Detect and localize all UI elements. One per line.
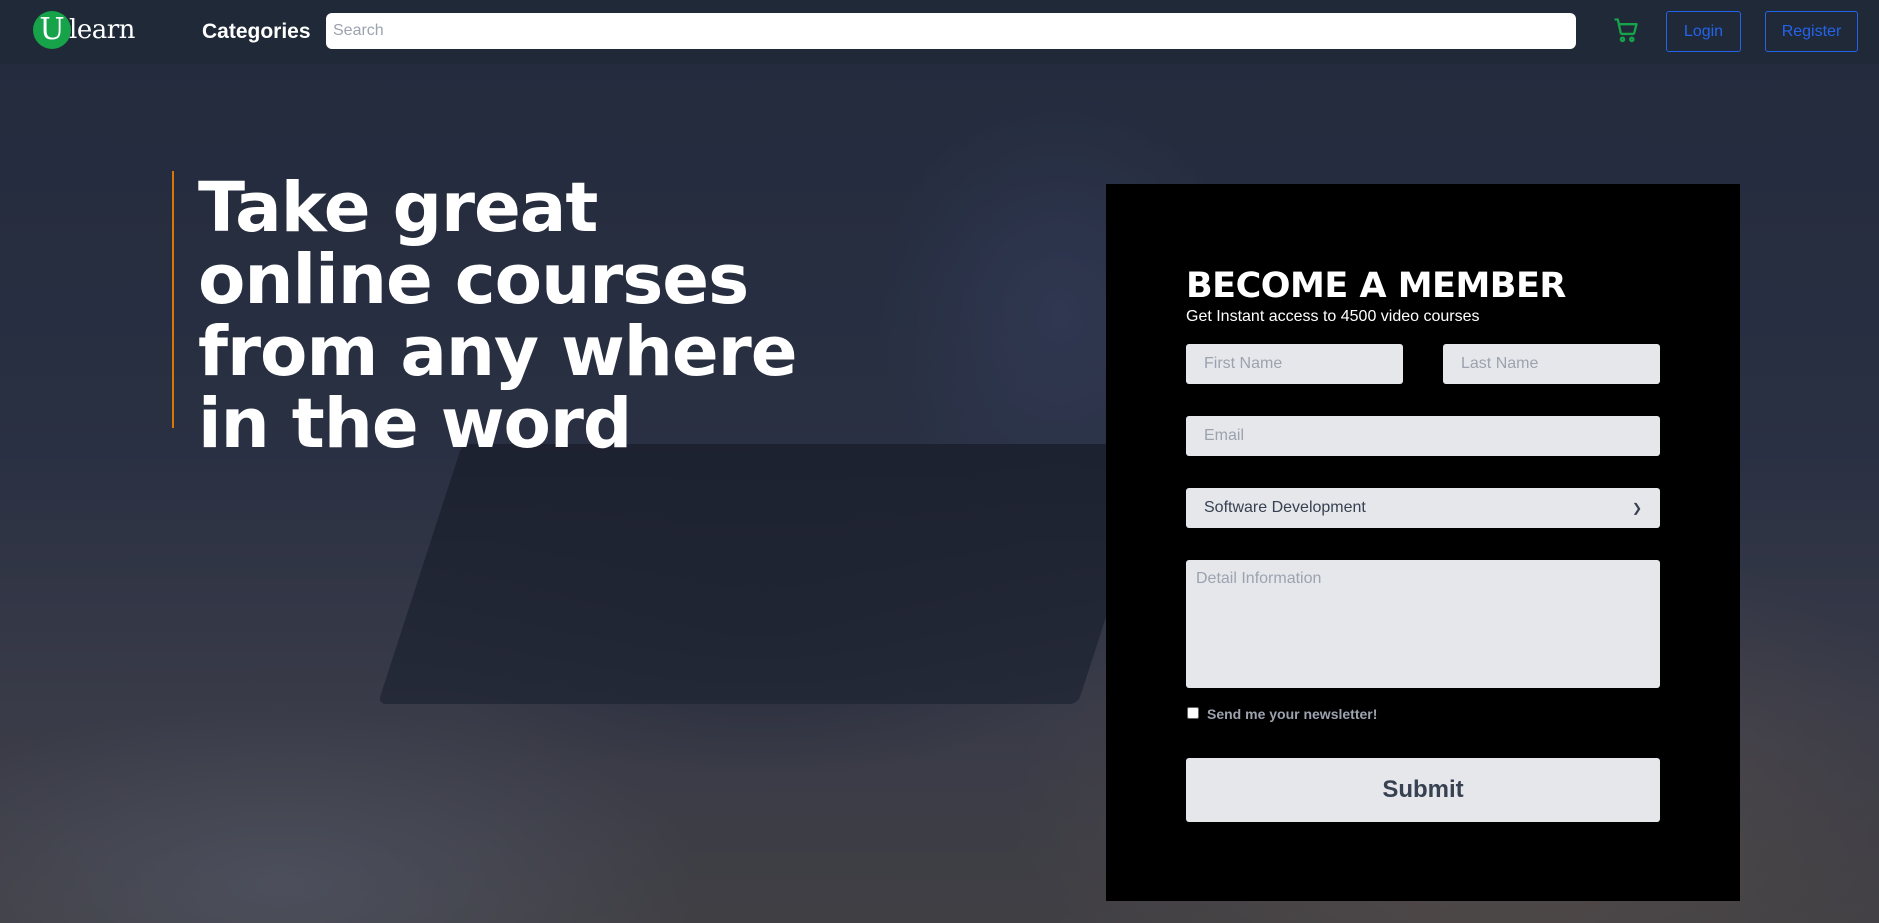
search-input[interactable] <box>326 13 1576 49</box>
signup-form-panel: BECOME A MEMBER Get Instant access to 45… <box>1106 184 1740 901</box>
submit-button[interactable]: Submit <box>1186 758 1660 822</box>
detail-information-field[interactable] <box>1186 560 1660 688</box>
select-value: Software Development <box>1204 499 1366 516</box>
logo[interactable]: U learn <box>33 11 135 49</box>
logo-badge: U <box>33 11 71 49</box>
logo-text: learn <box>69 15 135 45</box>
newsletter-label[interactable]: Send me your newsletter! <box>1207 706 1377 722</box>
headline-line-1: Take great <box>198 168 598 248</box>
chevron-down-icon: ❯ <box>1631 501 1642 515</box>
newsletter-checkbox[interactable] <box>1187 707 1199 719</box>
email-field[interactable] <box>1186 416 1660 456</box>
form-subtitle: Get Instant access to 4500 video courses <box>1186 308 1480 325</box>
hero-headline: Take great online courses from any where… <box>198 172 798 460</box>
form-title: BECOME A MEMBER <box>1186 266 1566 306</box>
headline-line-2: online courses <box>198 240 749 320</box>
headline-accent-line <box>172 171 174 428</box>
course-category-select[interactable]: Software Development ❯ <box>1186 488 1660 528</box>
first-name-field[interactable] <box>1186 344 1403 384</box>
register-button[interactable]: Register <box>1765 11 1858 52</box>
top-navbar: U learn Categories Login Register <box>0 0 1879 64</box>
cart-icon[interactable] <box>1612 16 1640 44</box>
headline-line-4: in the word <box>198 384 632 464</box>
login-button[interactable]: Login <box>1666 11 1741 52</box>
headline-line-3: from any where <box>198 312 798 392</box>
categories-menu[interactable]: Categories <box>202 20 311 44</box>
last-name-field[interactable] <box>1443 344 1660 384</box>
